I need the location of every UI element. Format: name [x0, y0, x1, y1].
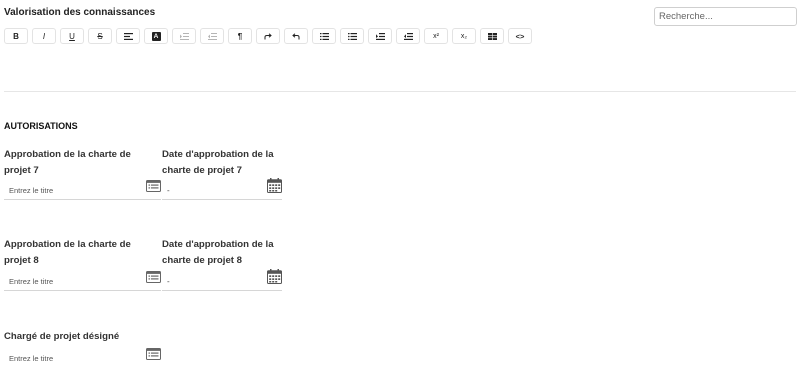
charge-input[interactable]: Entrez le titre [4, 347, 161, 368]
list-picker-icon[interactable] [146, 347, 161, 365]
list-picker-icon[interactable] [146, 270, 161, 288]
calendar-icon[interactable] [267, 269, 282, 289]
charge-placeholder: Entrez le titre [9, 354, 54, 363]
underline-icon: U [69, 31, 75, 41]
ordered-list-button[interactable] [312, 28, 336, 44]
date8-label: Date d'approbation de la charte de proje… [162, 239, 274, 266]
knowledge-field-label: Valorisation des connaissances [4, 7, 156, 18]
undo-button[interactable] [284, 28, 308, 44]
list-picker-icon[interactable] [146, 179, 161, 197]
bold-icon: B [13, 31, 19, 41]
section-divider [4, 91, 796, 92]
charte7-placeholder: Entrez le titre [9, 186, 54, 195]
code-icon: <> [515, 31, 525, 41]
search-input[interactable] [654, 7, 797, 26]
align-left-icon [123, 32, 133, 40]
table-icon [487, 32, 497, 40]
charte7-input[interactable]: Entrez le titre [4, 179, 161, 200]
indent-disabled-button[interactable] [172, 28, 196, 44]
bold-button[interactable]: B [4, 28, 28, 44]
superscript-button[interactable]: x² [424, 28, 448, 44]
superscript-icon: x² [433, 32, 439, 40]
paragraph-icon: ¶ [237, 31, 243, 41]
outdent-disabled-button[interactable] [200, 28, 224, 44]
underline-button[interactable]: U [60, 28, 84, 44]
align-left-button[interactable] [116, 28, 140, 44]
subscript-button[interactable]: x₂ [452, 28, 476, 44]
charte8-label: Approbation de la charte de projet 8 [4, 239, 131, 266]
subscript-icon: x₂ [460, 32, 468, 40]
unordered-list-button[interactable] [340, 28, 364, 44]
outdent-icon [207, 32, 217, 40]
strikethrough-button[interactable]: S [88, 28, 112, 44]
indent-button[interactable] [368, 28, 392, 44]
date8-input[interactable]: - [162, 269, 282, 291]
ordered-list-icon [319, 32, 329, 40]
calendar-icon[interactable] [267, 178, 282, 198]
code-button[interactable]: <> [508, 28, 532, 44]
charge-label: Chargé de projet désigné [4, 331, 120, 342]
rich-text-toolbar: B I U S A ¶ x² x₂ <> [4, 28, 532, 44]
strikethrough-icon: S [97, 31, 103, 41]
table-button[interactable] [480, 28, 504, 44]
outdent-icon [403, 32, 413, 40]
date7-value: - [167, 186, 170, 195]
unordered-list-icon [347, 32, 357, 40]
date7-label: Date d'approbation de la charte de proje… [162, 149, 274, 176]
indent-icon [179, 32, 189, 40]
charte7-label: Approbation de la charte de projet 7 [4, 149, 131, 176]
charte8-input[interactable]: Entrez le titre [4, 270, 161, 291]
indent-icon [375, 32, 385, 40]
date7-input[interactable]: - [162, 178, 282, 200]
section-title: AUTORISATIONS [4, 121, 78, 131]
undo-icon [292, 32, 300, 39]
redo-icon [264, 32, 272, 39]
charte8-placeholder: Entrez le titre [9, 277, 54, 286]
date8-value: - [167, 277, 170, 286]
italic-button[interactable]: I [32, 28, 56, 44]
text-color-icon: A [151, 31, 161, 41]
redo-button[interactable] [256, 28, 280, 44]
text-color-button[interactable]: A [144, 28, 168, 44]
outdent-button[interactable] [396, 28, 420, 44]
paragraph-button[interactable]: ¶ [228, 28, 252, 44]
italic-icon: I [42, 31, 46, 41]
